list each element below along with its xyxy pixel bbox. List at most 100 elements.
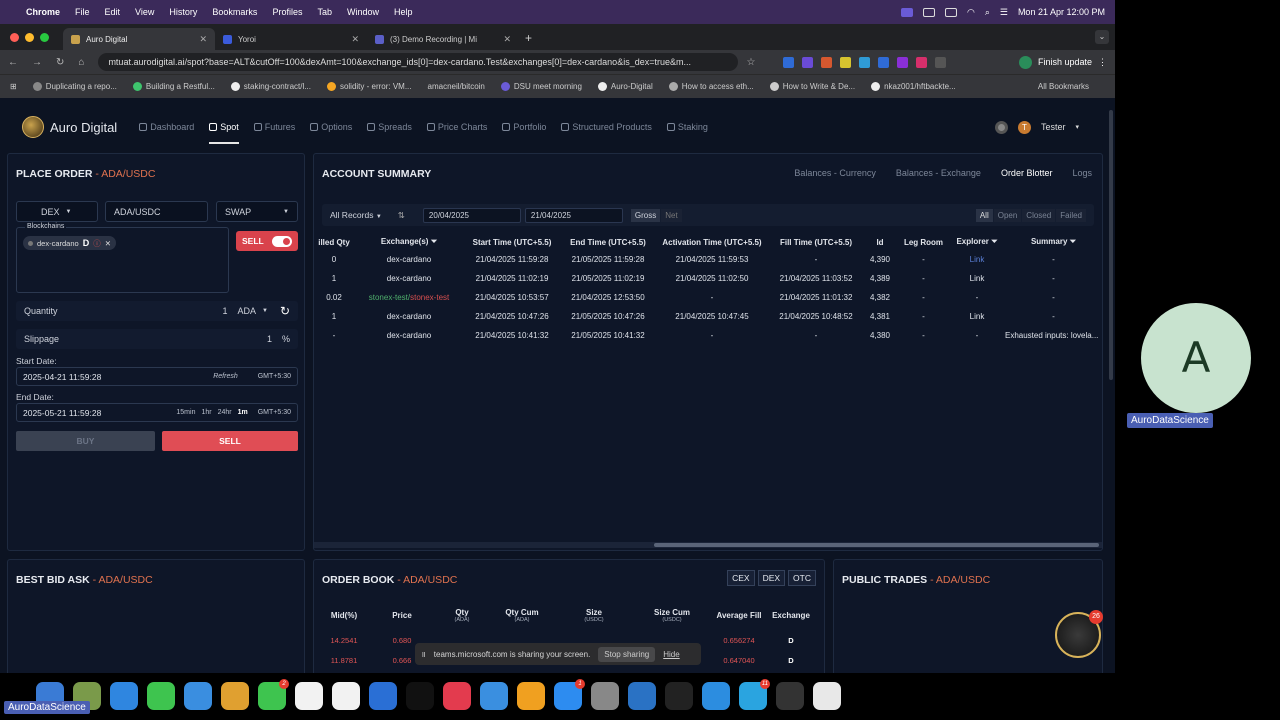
dock-app-icon[interactable]	[517, 682, 545, 710]
stop-sharing-button[interactable]: Stop sharing	[598, 646, 656, 662]
quantity-field[interactable]: Quantity 1 ADA ▼ ↻	[16, 301, 298, 321]
extensions-puzzle-icon[interactable]	[935, 56, 947, 68]
status-icon[interactable]	[922, 7, 935, 17]
search-icon[interactable]: ⌕	[985, 7, 990, 18]
nav-spreads[interactable]: Spreads	[367, 122, 412, 132]
bookmark-item[interactable]: How to Write & De...	[769, 82, 855, 91]
tab-search-icon[interactable]: ⌄	[1095, 30, 1109, 44]
back-icon[interactable]: ←	[8, 57, 18, 68]
clock[interactable]: Mon 21 Apr 12:00 PM	[1018, 7, 1105, 17]
dock-app-icon[interactable]	[295, 682, 323, 710]
reload-icon[interactable]: ↻	[56, 57, 64, 68]
remove-chip-icon[interactable]: ✕	[105, 239, 111, 248]
menu-window[interactable]: Window	[347, 7, 379, 17]
dock-app-icon[interactable]	[221, 682, 249, 710]
menu-tab[interactable]: Tab	[317, 7, 332, 17]
scrollbar-thumb[interactable]	[654, 543, 1099, 547]
menu-history[interactable]: History	[169, 7, 197, 17]
end-date-value[interactable]: 2025-05-21 11:59:28	[23, 408, 101, 418]
bookmark-item[interactable]: staking-contract/l...	[230, 82, 311, 91]
col-id[interactable]: Id	[864, 234, 896, 250]
tab-logs[interactable]: Logs	[1072, 168, 1092, 178]
slippage-value[interactable]: 1	[267, 334, 272, 344]
preset-15min[interactable]: 15min	[176, 409, 195, 416]
extension-icon[interactable]	[916, 56, 928, 68]
blockchain-chip[interactable]: dex-cardano D ⓘ ✕	[23, 236, 116, 250]
refresh-link[interactable]: Refresh	[213, 373, 238, 380]
dock-app-icon[interactable]: 2	[258, 679, 289, 710]
tab-order-blotter[interactable]: Order Blotter	[1001, 168, 1053, 178]
apps-grid-icon[interactable]: ⊞	[10, 82, 17, 91]
zoom-window-button[interactable]	[40, 33, 49, 42]
bookmark-star-icon[interactable]: ☆	[746, 57, 755, 68]
address-bar[interactable]: mtuat.aurodigital.ai/spot?base=ALT&cutOf…	[98, 53, 739, 71]
explorer-link[interactable]: Link	[951, 307, 1003, 326]
col-exchanges[interactable]: Exchange(s) ⏷	[354, 234, 464, 250]
table-row[interactable]: 1 dex-cardano 21/04/2025 11:02:19 21/05/…	[314, 269, 1104, 288]
table-row[interactable]: 0.02 stonex-test/stonex-test 21/04/2025 …	[314, 288, 1104, 307]
extension-icon[interactable]	[897, 56, 909, 68]
dock-app-icon[interactable]	[628, 682, 656, 710]
profile-avatar[interactable]	[1018, 55, 1032, 69]
records-select[interactable]: All Records ▼	[330, 210, 382, 220]
finish-update-button[interactable]: Finish update ⋮	[1018, 55, 1107, 69]
extension-icon[interactable]	[840, 56, 852, 68]
timezone-label[interactable]: GMT+5:30	[258, 373, 291, 380]
table-row[interactable]: - dex-cardano 21/04/2025 10:41:32 21/05/…	[314, 326, 1104, 345]
dock-app-icon[interactable]	[591, 682, 619, 710]
tab-balances-exchange[interactable]: Balances - Exchange	[896, 168, 981, 178]
extension-icon[interactable]	[878, 56, 890, 68]
nav-options[interactable]: Options	[310, 122, 352, 132]
extension-icon[interactable]	[821, 56, 833, 68]
dock-app-icon[interactable]: 11	[739, 679, 770, 710]
sell-button[interactable]: SELL	[162, 431, 298, 451]
menu-app[interactable]: Chrome	[26, 7, 60, 17]
quantity-value[interactable]: 1	[222, 306, 227, 316]
horizontal-scrollbar[interactable]	[314, 542, 1102, 548]
status-failed[interactable]: Failed	[1056, 208, 1086, 222]
screen-share-icon[interactable]	[900, 7, 913, 17]
control-center-icon[interactable]: ☰	[1000, 7, 1008, 18]
extension-icon[interactable]	[859, 56, 871, 68]
start-date-value[interactable]: 2025-04-21 11:59:28	[23, 372, 101, 382]
wifi-icon[interactable]: ◠	[967, 7, 975, 18]
new-tab-icon[interactable]: +	[525, 31, 532, 45]
preset-1hr[interactable]: 1hr	[201, 409, 211, 416]
browser-tab-teams[interactable]: (3) Demo Recording | Mi ✕	[367, 28, 519, 50]
dock-app-icon[interactable]	[776, 682, 804, 710]
col-filled-qty[interactable]: illed Qty	[314, 234, 354, 250]
table-row[interactable]: 0 dex-cardano 21/04/2025 11:59:28 21/05/…	[314, 250, 1104, 269]
nav-portfolio[interactable]: Portfolio	[502, 122, 546, 132]
filter-otc[interactable]: OTC	[788, 570, 816, 586]
status-all[interactable]: All	[975, 208, 993, 222]
dock-app-icon[interactable]	[332, 682, 360, 710]
order-type-select[interactable]: SWAP ▼	[216, 201, 298, 222]
brand-logo[interactable]: Auro Digital	[22, 116, 117, 138]
bookmark-item[interactable]: How to access eth...	[668, 82, 754, 91]
dock-app-icon[interactable]: 1	[554, 679, 585, 710]
explorer-link[interactable]: Link	[951, 250, 1003, 269]
browser-tab-auro[interactable]: Auro Digital ✕	[63, 28, 215, 50]
browser-tab-yoroi[interactable]: Yoroi ✕	[215, 28, 367, 50]
gross-option[interactable]: Gross	[630, 208, 661, 222]
battery-icon[interactable]	[944, 7, 957, 17]
nav-spot[interactable]: Spot	[209, 122, 239, 144]
dock-app-icon[interactable]	[702, 682, 730, 710]
all-bookmarks[interactable]: All Bookmarks	[1038, 82, 1089, 91]
pair-select[interactable]: ADA/USDC	[105, 201, 208, 222]
to-date-input[interactable]: 21/04/2025	[524, 207, 623, 223]
menu-profiles[interactable]: Profiles	[272, 7, 302, 17]
menu-view[interactable]: View	[135, 7, 154, 17]
menu-edit[interactable]: Edit	[105, 7, 121, 17]
col-summary[interactable]: Summary ⏷	[1003, 234, 1104, 250]
status-open[interactable]: Open	[993, 208, 1022, 222]
nav-dashboard[interactable]: Dashboard	[139, 122, 194, 132]
nav-structured-products[interactable]: Structured Products	[561, 122, 652, 132]
filter-cex[interactable]: CEX	[727, 570, 755, 586]
minimize-window-button[interactable]	[25, 33, 34, 42]
nav-price-charts[interactable]: Price Charts	[426, 122, 487, 132]
extension-icon[interactable]	[783, 56, 795, 68]
nav-futures[interactable]: Futures	[253, 122, 295, 132]
col-explorer[interactable]: Explorer ⏷	[951, 234, 1003, 250]
tab-balances-currency[interactable]: Balances - Currency	[794, 168, 876, 178]
